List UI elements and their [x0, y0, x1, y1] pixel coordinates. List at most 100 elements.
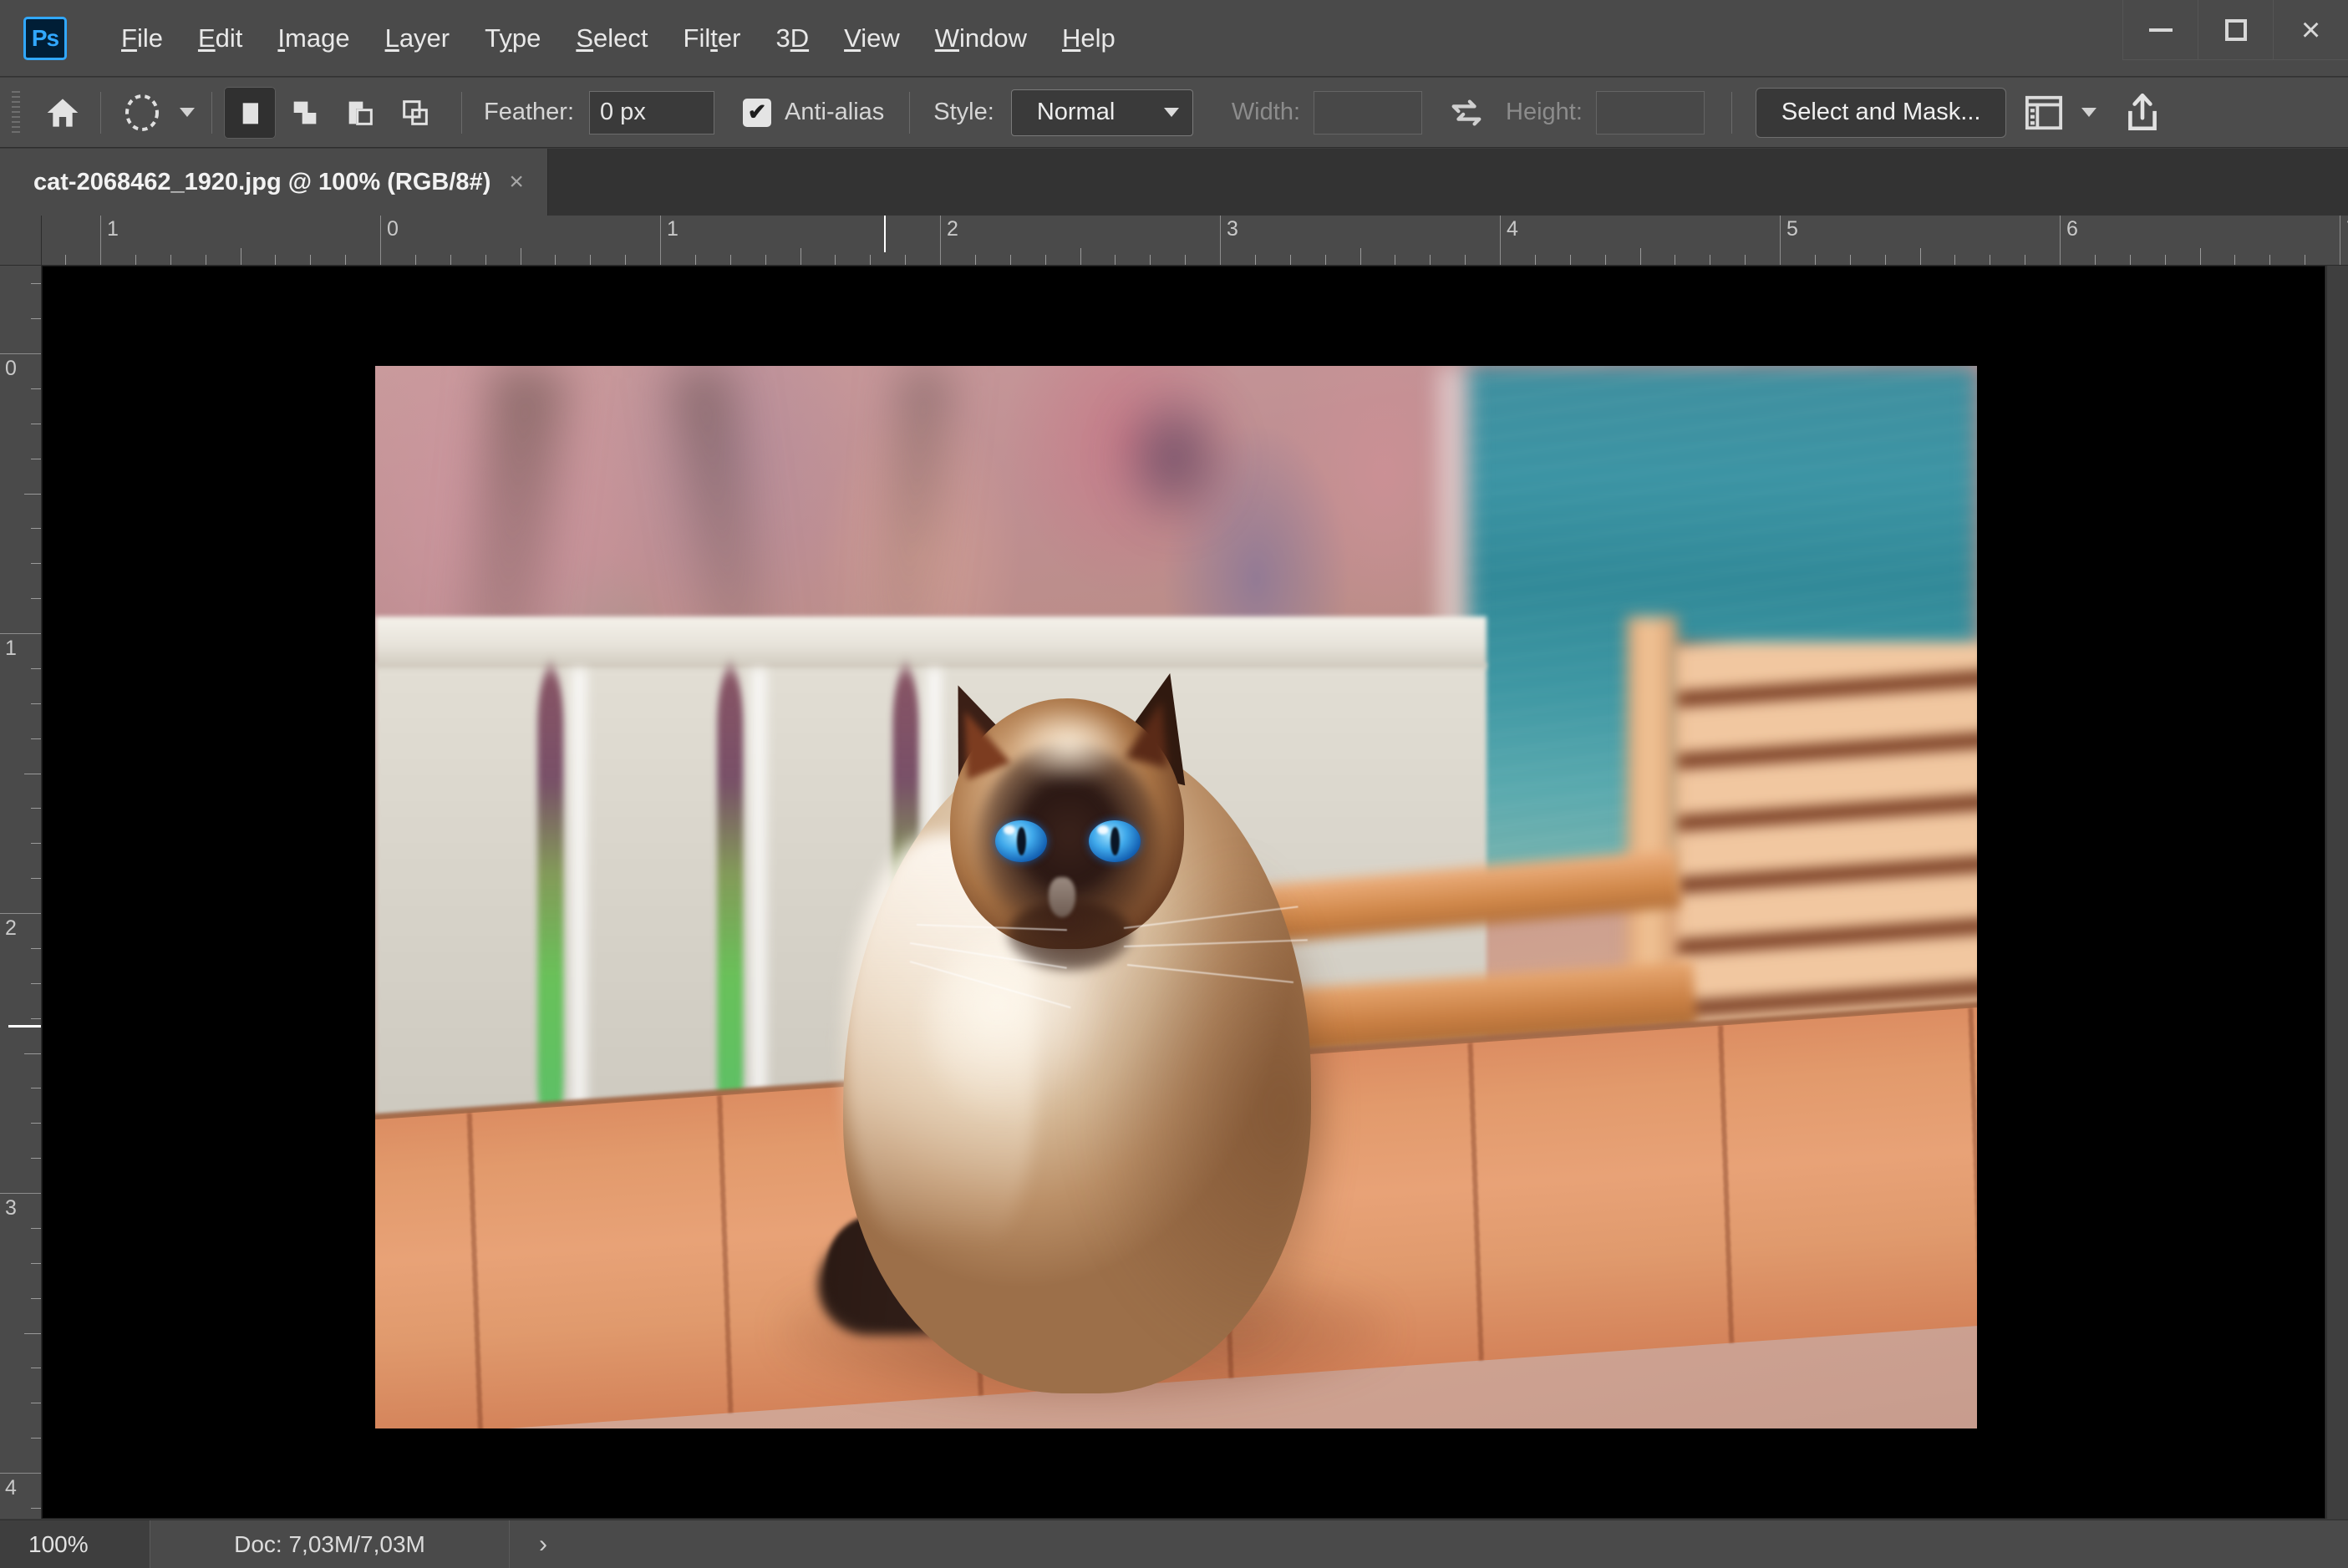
- ruler-label: 3: [5, 1196, 17, 1220]
- ruler-tick: [1009, 255, 1011, 265]
- ruler-tick: [24, 1053, 41, 1054]
- chevron-down-icon: [180, 108, 195, 117]
- photo-cat-left-eye-glint: [1004, 825, 1015, 835]
- ruler-tick: [1884, 255, 1886, 265]
- ruler-tick: [31, 283, 41, 285]
- photo-cat-nose: [1049, 877, 1075, 917]
- ruler-tick: [974, 255, 976, 265]
- ruler-tick: [0, 353, 41, 354]
- divider: [461, 91, 462, 134]
- style-dropdown-value: Normal: [1036, 99, 1116, 125]
- status-expand-button[interactable]: ›: [510, 1520, 577, 1568]
- add-to-selection-button[interactable]: [279, 87, 331, 139]
- minimize-button[interactable]: [2122, 0, 2198, 60]
- menu-select[interactable]: Select: [558, 18, 665, 58]
- ruler-tick: [135, 255, 136, 265]
- ruler-tick: [31, 1158, 41, 1160]
- ruler-tick: [765, 255, 766, 265]
- home-icon: [47, 98, 79, 127]
- ruler-tick: [1639, 248, 1641, 265]
- ruler-tick: [170, 255, 171, 265]
- ruler-tick: [940, 216, 941, 265]
- tool-preset-picker[interactable]: [113, 89, 200, 137]
- workspace-chevron-down-icon[interactable]: [2081, 108, 2097, 117]
- photo-cat: [375, 366, 1977, 1428]
- feather-input[interactable]: 0 px: [589, 90, 714, 134]
- maximize-button[interactable]: [2198, 0, 2273, 60]
- menu-filter[interactable]: Filter: [666, 18, 759, 58]
- ruler-tick: [31, 1262, 41, 1264]
- ruler-tick: [905, 255, 907, 265]
- share-export-icon[interactable]: [2122, 92, 2163, 134]
- ruler-tick: [31, 318, 41, 320]
- ruler-tick: [625, 255, 627, 265]
- width-input[interactable]: [1314, 90, 1422, 134]
- divider: [211, 91, 212, 134]
- ruler-tick: [1745, 255, 1746, 265]
- new-selection-button[interactable]: [224, 86, 276, 139]
- menu-3d[interactable]: 3D: [758, 18, 826, 58]
- swap-width-height-icon[interactable]: [1447, 94, 1486, 132]
- minimize-icon: [2148, 28, 2173, 32]
- ruler-tick: [485, 255, 486, 265]
- menu-view[interactable]: View: [826, 18, 917, 58]
- ruler-tick: [31, 1507, 41, 1509]
- menu-type[interactable]: Type: [467, 18, 558, 58]
- width-label: Width:: [1231, 99, 1300, 125]
- ruler-tick: [1919, 248, 1921, 265]
- ruler-tick: [2164, 255, 2166, 265]
- menu-layer[interactable]: Layer: [368, 18, 468, 58]
- ruler-label: 0: [5, 357, 17, 380]
- close-icon[interactable]: ×: [509, 170, 524, 195]
- ruler-label: 2: [5, 916, 17, 940]
- document-tab[interactable]: cat-2068462_1920.jpg @ 100% (RGB/8#) ×: [0, 149, 548, 216]
- ruler-tick: [31, 1438, 41, 1439]
- ruler-tick: [31, 563, 41, 565]
- menu-window[interactable]: Window: [917, 18, 1044, 58]
- ruler-tick: [2199, 248, 2201, 265]
- ruler-tick: [1954, 255, 1956, 265]
- chevron-down-icon: [1163, 108, 1179, 117]
- ruler-tick: [2234, 255, 2236, 265]
- subtract-from-selection-button[interactable]: [334, 87, 386, 139]
- ruler-tick: [31, 738, 41, 739]
- home-button[interactable]: [37, 89, 89, 137]
- ruler-label: 6: [2066, 217, 2078, 241]
- horizontal-ruler[interactable]: 101234567: [42, 216, 2348, 266]
- ruler-label: 0: [387, 217, 399, 241]
- vertical-scrollbar[interactable]: [2326, 266, 2348, 1519]
- ruler-tick: [24, 493, 41, 495]
- intersect-with-selection-button[interactable]: [389, 87, 441, 139]
- photo-cat-forehead-highlight: [1010, 707, 1127, 782]
- menu-file[interactable]: File: [104, 18, 180, 58]
- ruler-tick: [414, 255, 416, 265]
- ruler-tick: [310, 255, 312, 265]
- ruler-tick: [2269, 255, 2271, 265]
- anti-alias-checkbox-wrap[interactable]: ✔ Anti-alias: [743, 98, 884, 127]
- ruler-corner[interactable]: [0, 216, 42, 266]
- ruler-tick: [31, 667, 41, 669]
- canvas-area[interactable]: [42, 266, 2325, 1519]
- divider: [909, 91, 911, 134]
- menu-edit[interactable]: Edit: [180, 18, 260, 58]
- ruler-label: 1: [5, 637, 17, 660]
- close-button[interactable]: ×: [2273, 0, 2348, 60]
- anti-alias-checkbox[interactable]: ✔: [743, 98, 771, 127]
- height-input[interactable]: [1595, 90, 1705, 134]
- ruler-tick: [0, 913, 41, 914]
- select-and-mask-button[interactable]: Select and Mask...: [1755, 87, 2007, 138]
- ruler-tick: [2094, 255, 2096, 265]
- zoom-level-input[interactable]: 100%: [0, 1520, 150, 1568]
- menu-help[interactable]: Help: [1044, 18, 1133, 58]
- workspace-switcher-icon[interactable]: [2025, 94, 2063, 131]
- ruler-tick: [1044, 255, 1046, 265]
- vertical-ruler[interactable]: 0 1 2 3 4: [0, 266, 42, 1519]
- style-dropdown[interactable]: Normal: [1010, 89, 1193, 136]
- ruler-tick: [0, 1473, 41, 1474]
- ruler-tick: [345, 255, 347, 265]
- document-image[interactable]: [375, 366, 1977, 1428]
- menu-image[interactable]: Image: [260, 18, 367, 58]
- ruler-tick: [1465, 255, 1466, 265]
- ruler-tick: [31, 878, 41, 880]
- options-bar-grip[interactable]: [12, 90, 20, 134]
